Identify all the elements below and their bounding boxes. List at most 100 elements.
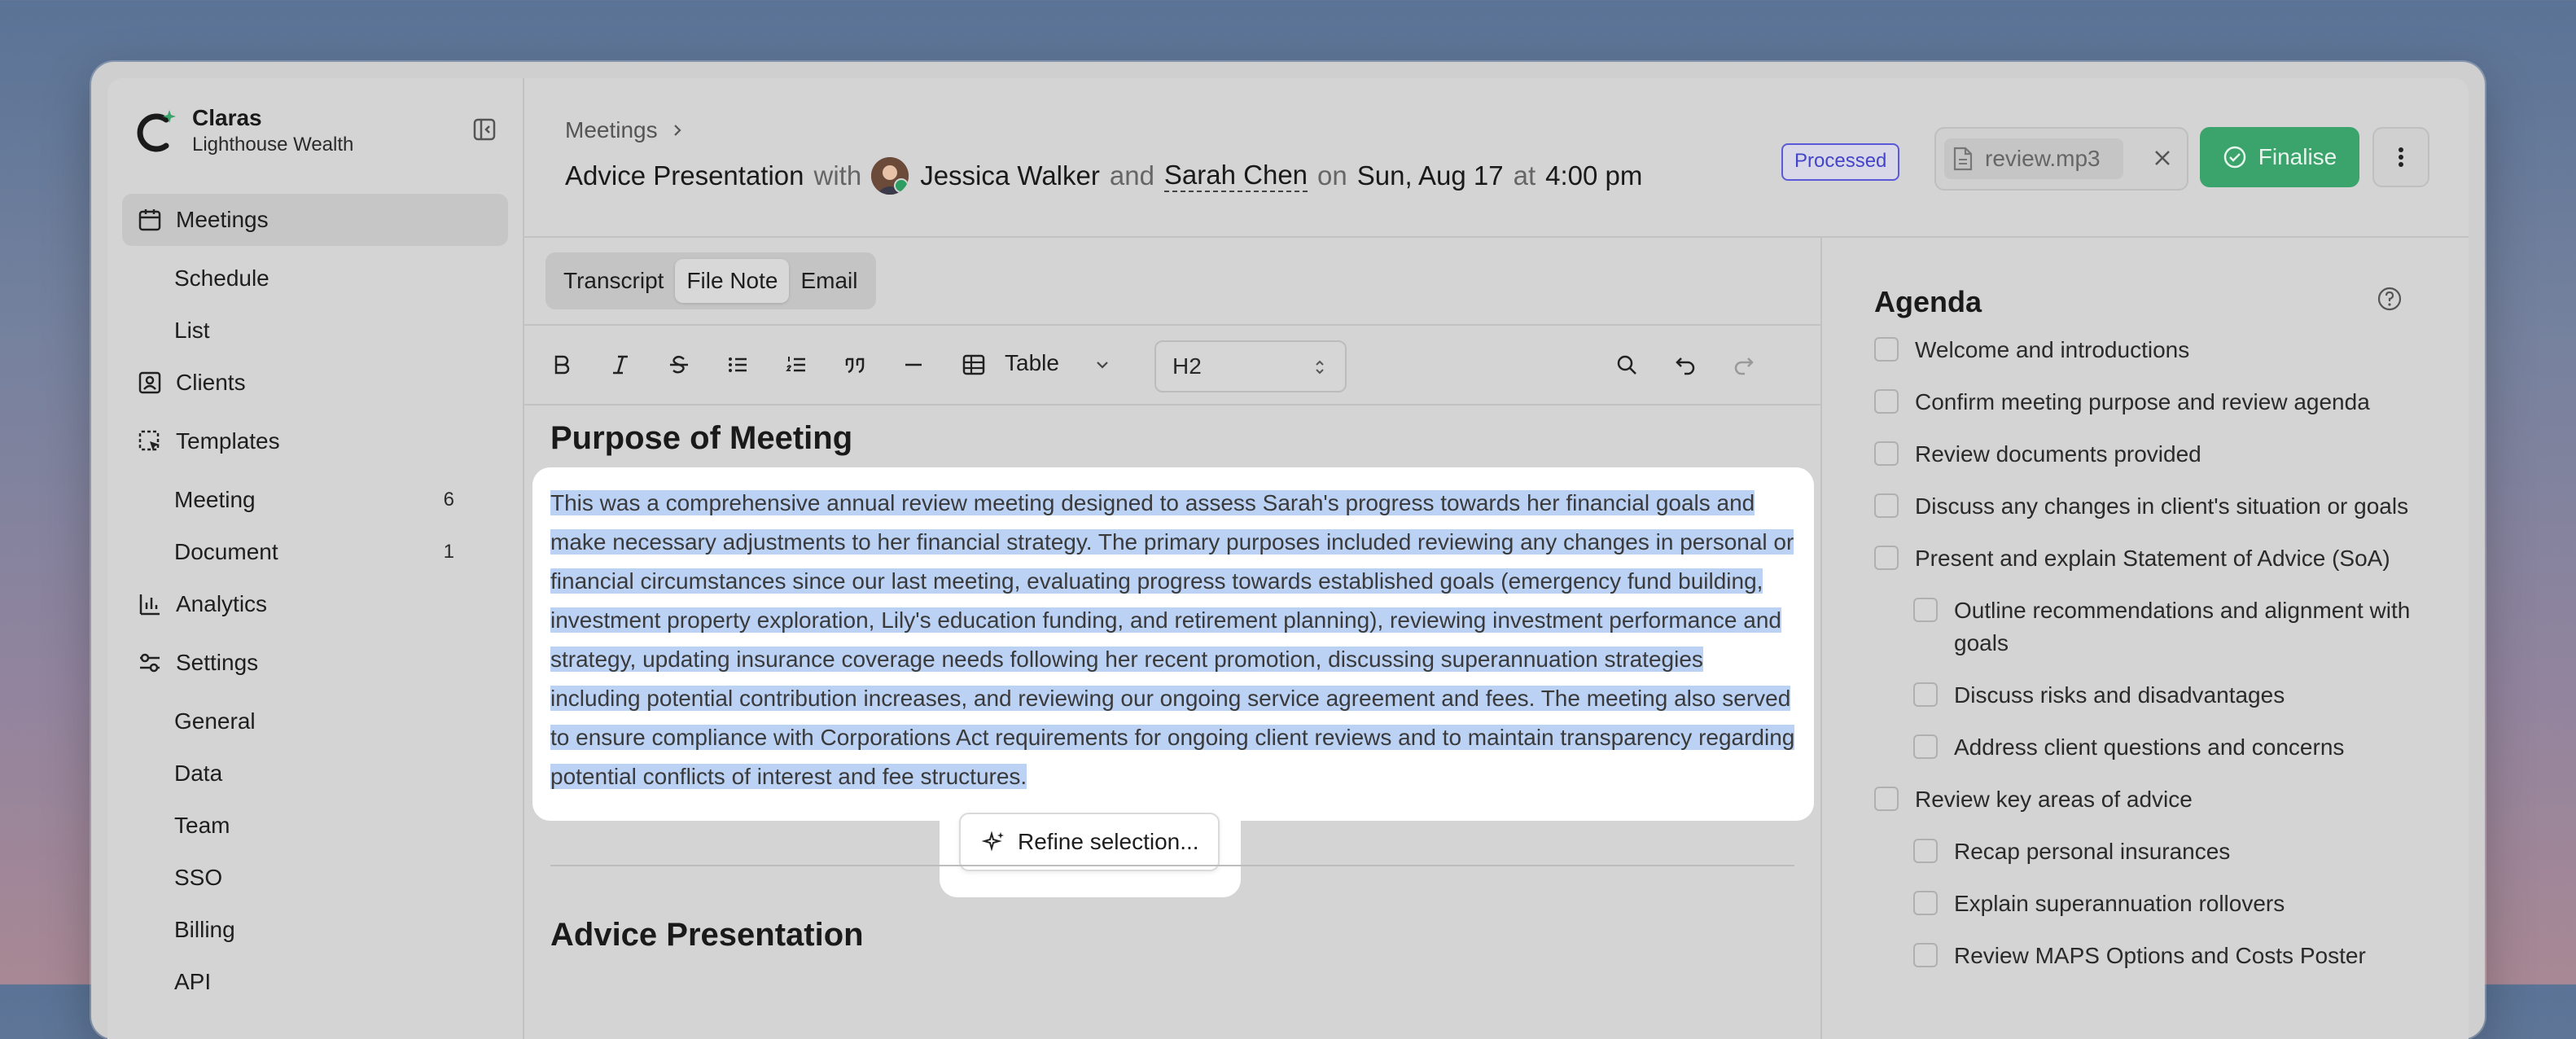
agenda-checkbox[interactable]	[1913, 734, 1938, 759]
meeting-type: Advice Presentation	[565, 160, 804, 191]
sidebar-item-general[interactable]: General	[122, 695, 508, 747]
tab-transcript[interactable]: Transcript	[552, 259, 675, 303]
app-window: Claras Lighthouse Wealth Meetings Schedu…	[91, 62, 2485, 1039]
audio-file[interactable]: review.mp3	[1944, 138, 2123, 179]
heading-level-value: H2	[1172, 353, 1202, 379]
agenda-subitem: Recap personal insurances	[1874, 835, 2412, 868]
agenda-item-label: Recap personal insurances	[1954, 839, 2231, 864]
agenda-checkbox[interactable]	[1874, 441, 1899, 466]
brand-org: Lighthouse Wealth	[192, 134, 354, 156]
sidebar-item-billing[interactable]: Billing	[122, 904, 508, 956]
editor-pane: Transcript File Note Email Table H2 Purp…	[524, 238, 1822, 1039]
file-icon	[1952, 147, 1974, 171]
bullet-list-icon[interactable]	[721, 349, 754, 381]
strikethrough-icon[interactable]	[663, 349, 695, 381]
title-on: on	[1317, 160, 1347, 191]
agenda-checkbox[interactable]	[1913, 682, 1938, 707]
user-card-icon	[137, 370, 163, 396]
sidebar-item-meetings[interactable]: Meetings	[122, 194, 508, 246]
chevron-down-icon[interactable]	[1086, 349, 1119, 381]
horizontal-rule-icon[interactable]	[897, 349, 930, 381]
table-icon[interactable]	[957, 349, 990, 381]
sidebar-item-list[interactable]: List	[122, 305, 508, 357]
sidebar-item-settings[interactable]: Settings	[122, 637, 508, 689]
selected-paragraph[interactable]: This was a comprehensive annual review m…	[550, 484, 1796, 796]
agenda-item: Confirm meeting purpose and review agend…	[1874, 386, 2412, 419]
agenda-item-label: Confirm meeting purpose and review agend…	[1915, 389, 2370, 414]
search-icon[interactable]	[1610, 349, 1643, 381]
sidebar-item-analytics[interactable]: Analytics	[122, 578, 508, 630]
brand-name: Claras	[192, 105, 262, 130]
sidebar-item-data[interactable]: Data	[122, 747, 508, 800]
agenda-checkbox[interactable]	[1874, 546, 1899, 570]
sidebar-item-label: SSO	[174, 865, 223, 890]
sidebar-item-label: Settings	[176, 650, 259, 675]
selection-highlight-card: This was a comprehensive annual review m…	[532, 467, 1814, 821]
heading-level-select[interactable]: H2	[1154, 340, 1347, 392]
breadcrumb: Meetings	[565, 117, 686, 143]
sidebar-item-clients[interactable]: Clients	[122, 357, 508, 409]
sidebar-item-schedule[interactable]: Schedule	[122, 252, 508, 305]
agenda-subitem: Outline recommendations and alignment wi…	[1874, 594, 2412, 660]
agenda-checkbox[interactable]	[1913, 943, 1938, 967]
claras-logo-icon	[132, 107, 181, 156]
agenda-checkbox[interactable]	[1874, 389, 1899, 414]
chevron-right-icon	[669, 122, 686, 138]
sidebar-item-templates[interactable]: Templates	[122, 415, 508, 467]
client-name-1[interactable]: Jessica Walker	[920, 160, 1100, 191]
sparkle-icon	[982, 830, 1006, 854]
tab-email[interactable]: Email	[789, 259, 869, 303]
tab-file-note[interactable]: File Note	[675, 259, 790, 303]
agenda-item: Review documents provided	[1874, 438, 2412, 471]
sidebar-item-label: Document	[174, 539, 278, 564]
agenda-list: Welcome and introductions Confirm meetin…	[1874, 334, 2412, 992]
count-badge: 1	[443, 541, 454, 563]
sidebar-item-label: Templates	[176, 428, 280, 454]
sidebar-item-label: List	[174, 318, 210, 343]
table-label[interactable]: Table	[1005, 350, 1059, 376]
help-circle-icon[interactable]	[2376, 285, 2403, 313]
agenda-checkbox[interactable]	[1874, 493, 1899, 518]
sidebar-item-document-templates[interactable]: Document 1	[122, 526, 508, 578]
sidebar-item-meeting-templates[interactable]: Meeting 6	[122, 474, 508, 526]
refine-selection-button[interactable]: Refine selection...	[959, 813, 1220, 871]
agenda-checkbox[interactable]	[1913, 598, 1938, 622]
section-heading-advice[interactable]: Advice Presentation	[550, 917, 864, 954]
collapse-sidebar-icon[interactable]	[472, 117, 497, 142]
agenda-item-label: Discuss any changes in client's situatio…	[1915, 493, 2409, 519]
agenda-title: Agenda	[1874, 285, 1982, 318]
agenda-checkbox[interactable]	[1874, 787, 1899, 811]
remove-file-icon[interactable]	[2149, 145, 2175, 171]
meeting-date[interactable]: Sun, Aug 17	[1357, 160, 1504, 191]
meeting-time[interactable]: 4:00 pm	[1545, 160, 1642, 191]
agenda-item-label: Review documents provided	[1915, 441, 2201, 467]
refine-label: Refine selection...	[1018, 829, 1199, 854]
agenda-item-label: Present and explain Statement of Advice …	[1915, 546, 2390, 571]
agenda-checkbox[interactable]	[1874, 337, 1899, 362]
sidebar-item-team[interactable]: Team	[122, 800, 508, 852]
section-heading-purpose[interactable]: Purpose of Meeting	[550, 420, 852, 457]
bold-icon[interactable]	[545, 349, 578, 381]
title-at: at	[1513, 160, 1536, 191]
finalise-label: Finalise	[2258, 144, 2337, 169]
title-and: and	[1109, 160, 1154, 191]
sidebar-item-api[interactable]: API	[122, 956, 508, 1008]
sidebar-item-label: Clients	[176, 370, 246, 395]
numbered-list-icon[interactable]	[780, 349, 813, 381]
italic-icon[interactable]	[604, 349, 637, 381]
breadcrumb-meetings[interactable]: Meetings	[565, 117, 658, 143]
agenda-item: Review key areas of advice	[1874, 783, 2412, 816]
audio-file-chip: review.mp3	[1934, 127, 2188, 191]
status-badge: Processed	[1781, 143, 1900, 181]
undo-icon[interactable]	[1669, 349, 1702, 381]
finalise-button[interactable]: Finalise	[2200, 127, 2359, 187]
client-name-2[interactable]: Sarah Chen	[1163, 160, 1308, 192]
agenda-checkbox[interactable]	[1913, 839, 1938, 863]
more-options-button[interactable]	[2372, 127, 2429, 187]
quote-icon[interactable]	[839, 349, 871, 381]
redo-icon[interactable]	[1728, 349, 1760, 381]
sidebar-item-sso[interactable]: SSO	[122, 852, 508, 904]
refine-popover: Refine selection...	[940, 808, 1241, 897]
agenda-checkbox[interactable]	[1913, 891, 1938, 915]
select-arrows-icon	[1314, 358, 1325, 376]
